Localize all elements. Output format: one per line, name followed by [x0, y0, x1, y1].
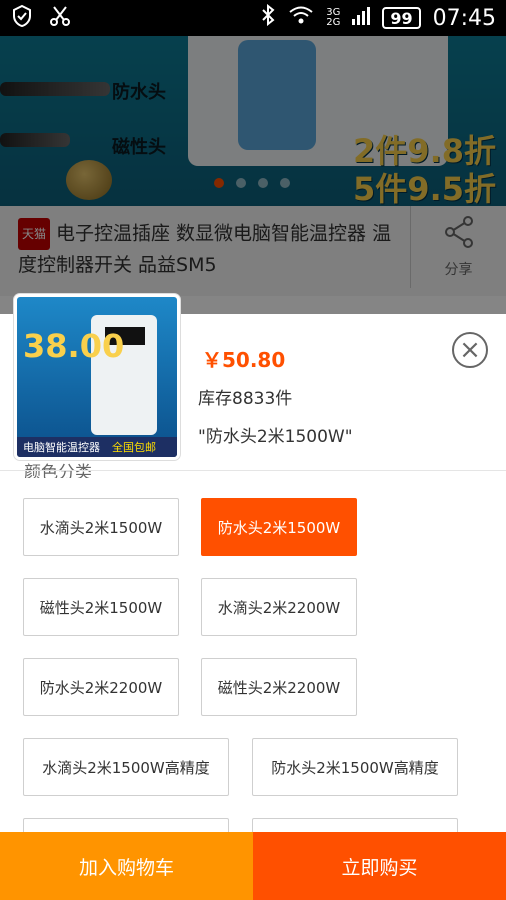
scissors-icon: [48, 4, 72, 32]
shield-icon: [10, 4, 34, 32]
wifi-icon: [288, 5, 314, 31]
network-type: 3G 2G: [326, 8, 340, 28]
sku-option[interactable]: 防水头2米2200W: [23, 658, 179, 716]
sku-option-selected[interactable]: 防水头2米1500W: [201, 498, 357, 556]
clock: 07:45: [432, 5, 496, 31]
buy-now-button[interactable]: 立即购买: [253, 832, 506, 900]
sku-option[interactable]: 水滴头2米1500W高精度: [23, 738, 229, 796]
thumbnail-strip-text: 电脑智能温控器: [23, 441, 100, 454]
thumbnail-strip: 电脑智能温控器 全国包邮: [17, 437, 177, 457]
sku-stock: 库存8833件: [198, 389, 293, 409]
add-to-cart-button[interactable]: 加入购物车: [0, 832, 253, 900]
sku-price: ￥50.80: [202, 348, 286, 372]
thumbnail-price: 38.00: [23, 327, 125, 365]
sku-option[interactable]: 水滴头2米2200W: [201, 578, 357, 636]
close-button[interactable]: ×: [452, 332, 488, 368]
sku-option[interactable]: 水滴头2米1500W: [23, 498, 179, 556]
signal-icon: [352, 5, 371, 31]
close-icon: ×: [459, 335, 481, 365]
sku-thumbnail: 38.00 电脑智能温控器 全国包邮: [14, 294, 180, 460]
modal-backdrop[interactable]: [0, 36, 506, 314]
sku-group-title: 颜色分类: [24, 463, 92, 478]
battery-indicator: 99: [382, 7, 421, 29]
network-type-bottom: 2G: [326, 17, 341, 28]
selected-sku-text: "防水头2米1500W": [198, 427, 353, 447]
sku-option[interactable]: 磁性头2米1500W: [23, 578, 179, 636]
bottom-action-bar: 加入购物车 立即购买: [0, 832, 506, 900]
bluetooth-icon: [260, 3, 276, 32]
sku-option[interactable]: 防水头2米1500W高精度: [252, 738, 458, 796]
divider: [0, 470, 506, 471]
sku-option[interactable]: 磁性头2米2200W: [201, 658, 357, 716]
status-bar: 3G 2G 99 07:45: [0, 0, 506, 36]
thumbnail-strip-highlight: 全国包邮: [112, 441, 156, 454]
